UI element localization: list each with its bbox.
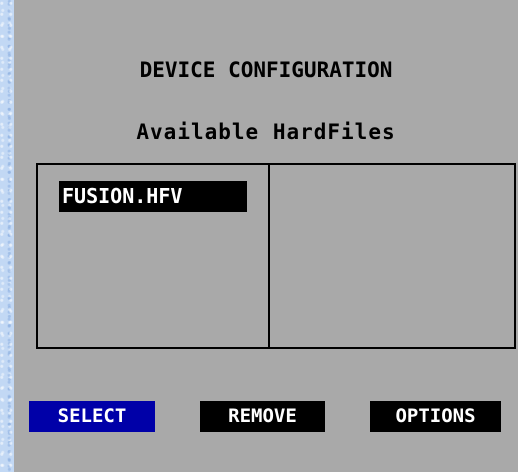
device-config-panel: DEVICE CONFIGURATION Available HardFiles… [14,0,518,472]
select-button[interactable]: SELECT [29,401,155,432]
hardfile-list-left-column: FUSION.HFV [38,165,270,347]
hardfile-list: FUSION.HFV [36,163,516,349]
options-button[interactable]: OPTIONS [370,401,501,432]
section-subtitle: Available HardFiles [136,120,396,144]
remove-button[interactable]: REMOVE [200,401,325,432]
hardfile-list-right-column [272,165,514,347]
hardfile-item[interactable]: FUSION.HFV [59,181,247,212]
page-title: DEVICE CONFIGURATION [139,58,393,82]
